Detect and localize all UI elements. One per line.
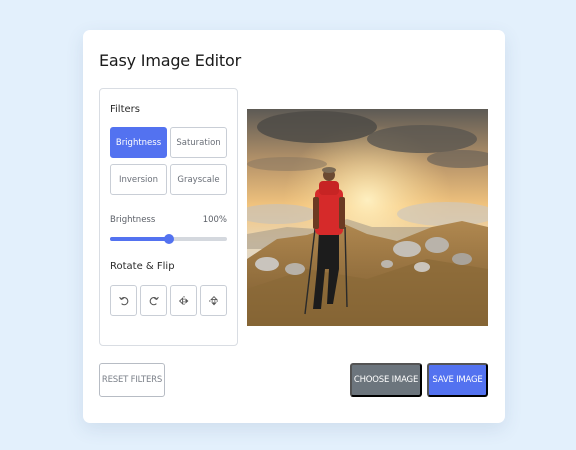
- app-title: Easy Image Editor: [99, 51, 241, 70]
- rotate-left-icon: [118, 296, 128, 305]
- filter-slider[interactable]: [110, 234, 227, 244]
- flip-vertical-button[interactable]: [200, 285, 227, 316]
- flip-horizontal-icon: [178, 295, 188, 306]
- reset-filters-button[interactable]: RESET FILTERS: [99, 363, 165, 397]
- preview-image: [247, 109, 488, 326]
- rotate-flip-heading: Rotate & Flip: [110, 261, 175, 272]
- slider-value: 100%: [202, 215, 227, 225]
- slider-thumb[interactable]: [163, 234, 174, 244]
- filters-heading: Filters: [110, 104, 140, 115]
- slider-fill: [110, 237, 169, 241]
- rotate-right-button[interactable]: [140, 285, 167, 316]
- rotate-left-button[interactable]: [110, 285, 137, 316]
- choose-image-button[interactable]: CHOOSE IMAGE: [350, 363, 422, 397]
- editor-card: Easy Image Editor Filters Brightness Sat…: [83, 30, 505, 423]
- filter-inversion-button[interactable]: Inversion: [110, 164, 167, 195]
- save-image-button[interactable]: SAVE IMAGE: [427, 363, 488, 397]
- filter-saturation-button[interactable]: Saturation: [170, 127, 227, 158]
- rotate-right-icon: [149, 296, 159, 305]
- filter-brightness-button[interactable]: Brightness: [110, 127, 167, 158]
- flip-vertical-icon: [208, 295, 219, 305]
- image-preview: [247, 109, 488, 326]
- slider-label: Brightness: [110, 215, 156, 225]
- editor-panel: Filters Brightness Saturation Inversion …: [99, 88, 238, 346]
- filter-grayscale-button[interactable]: Grayscale: [170, 164, 227, 195]
- flip-horizontal-button[interactable]: [170, 285, 197, 316]
